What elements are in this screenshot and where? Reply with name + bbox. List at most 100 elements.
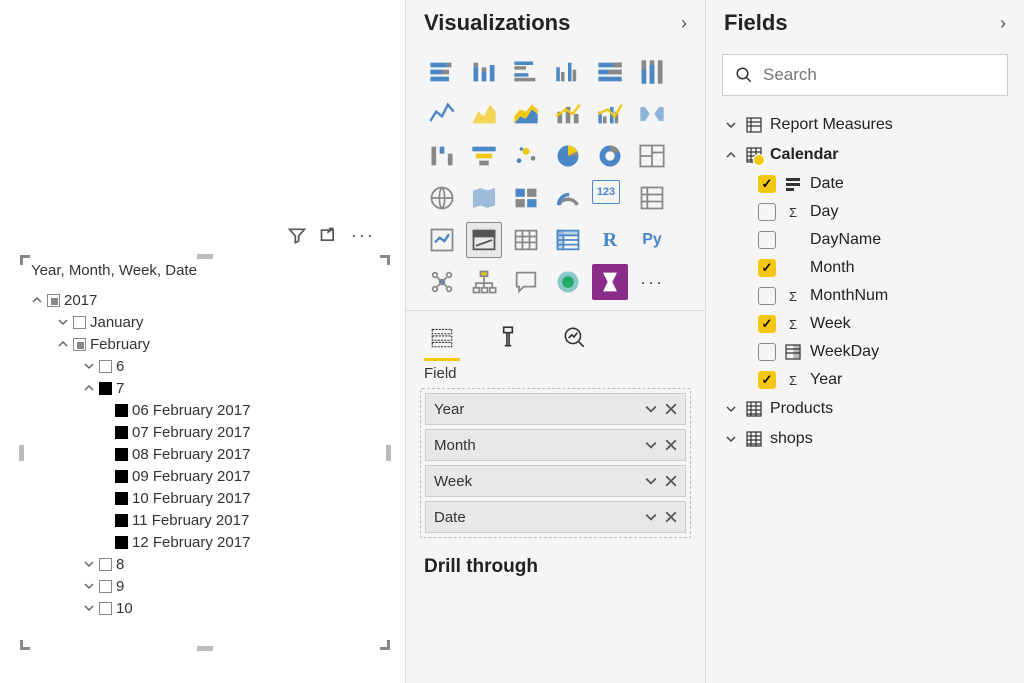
- checkbox-checked[interactable]: [115, 426, 128, 439]
- decomposition-tree-icon[interactable]: [466, 264, 502, 300]
- chevron-up-icon[interactable]: [83, 382, 95, 394]
- field-date[interactable]: Date: [714, 170, 1016, 198]
- chevron-up-icon[interactable]: [31, 294, 43, 306]
- report-canvas[interactable]: ··· Year, Month, Week, Date 2017 January: [0, 0, 405, 683]
- multi-row-card-icon[interactable]: [634, 180, 670, 216]
- checkbox[interactable]: [99, 602, 112, 615]
- chevron-down-icon[interactable]: [645, 439, 657, 451]
- chevron-down-icon[interactable]: [83, 360, 95, 372]
- chevron-down-icon[interactable]: [83, 580, 95, 592]
- focus-mode-icon[interactable]: [319, 226, 339, 246]
- r-visual-icon[interactable]: R: [592, 222, 628, 258]
- collapse-pane-icon[interactable]: ›: [681, 13, 687, 34]
- table-icon[interactable]: [508, 222, 544, 258]
- checkbox-checked[interactable]: [758, 315, 776, 333]
- pie-chart-icon[interactable]: [550, 138, 586, 174]
- chevron-down-icon[interactable]: [724, 119, 738, 131]
- stacked-column-chart-icon[interactable]: [466, 54, 502, 90]
- chevron-down-icon[interactable]: [83, 602, 95, 614]
- tree-row-date[interactable]: 08 February 2017: [27, 443, 383, 465]
- search-input[interactable]: [763, 65, 995, 85]
- field-weekday[interactable]: WeekDay: [714, 338, 1016, 366]
- arcgis-icon[interactable]: [550, 264, 586, 300]
- tree-row-year[interactable]: 2017: [27, 289, 383, 311]
- resize-handle[interactable]: [386, 445, 391, 461]
- field-week[interactable]: Σ Week: [714, 310, 1016, 338]
- table-shops[interactable]: shops: [714, 424, 1016, 454]
- area-chart-icon[interactable]: [466, 96, 502, 132]
- map-icon[interactable]: [424, 180, 460, 216]
- matrix-icon[interactable]: [550, 222, 586, 258]
- checkbox-checked[interactable]: [758, 175, 776, 193]
- more-options-icon[interactable]: ···: [351, 225, 375, 246]
- chevron-down-icon[interactable]: [83, 558, 95, 570]
- checkbox[interactable]: [758, 231, 776, 249]
- checkbox-checked[interactable]: [758, 259, 776, 277]
- filter-icon[interactable]: [287, 226, 307, 246]
- field-day[interactable]: Σ Day: [714, 198, 1016, 226]
- hundred-stacked-column-icon[interactable]: [634, 54, 670, 90]
- field-well-item[interactable]: Week: [425, 465, 686, 497]
- checkbox[interactable]: [73, 316, 86, 329]
- checkbox-checked[interactable]: [115, 470, 128, 483]
- checkbox[interactable]: [758, 287, 776, 305]
- slicer-visual[interactable]: Year, Month, Week, Date 2017 January Feb…: [20, 255, 390, 650]
- tree-row-date[interactable]: 12 February 2017: [27, 531, 383, 553]
- tree-row-week[interactable]: 8: [27, 553, 383, 575]
- line-chart-icon[interactable]: [424, 96, 460, 132]
- line-stacked-column-icon[interactable]: [550, 96, 586, 132]
- shape-map-icon[interactable]: [508, 180, 544, 216]
- field-wells[interactable]: Year Month Week Date: [420, 388, 691, 538]
- tree-row-date[interactable]: 10 February 2017: [27, 487, 383, 509]
- checkbox[interactable]: [99, 558, 112, 571]
- scatter-chart-icon[interactable]: [508, 138, 544, 174]
- powerapps-icon[interactable]: [592, 264, 628, 300]
- tree-row-week[interactable]: 6: [27, 355, 383, 377]
- remove-icon[interactable]: [665, 475, 677, 487]
- resize-handle[interactable]: [197, 646, 213, 651]
- chevron-down-icon[interactable]: [57, 316, 69, 328]
- analytics-tab-icon[interactable]: [556, 319, 592, 355]
- remove-icon[interactable]: [665, 403, 677, 415]
- stacked-bar-chart-icon[interactable]: [424, 54, 460, 90]
- chevron-up-icon[interactable]: [724, 149, 738, 161]
- funnel-chart-icon[interactable]: [466, 138, 502, 174]
- ribbon-chart-icon[interactable]: [634, 96, 670, 132]
- stacked-area-chart-icon[interactable]: [508, 96, 544, 132]
- chevron-down-icon[interactable]: [645, 511, 657, 523]
- line-clustered-column-icon[interactable]: [592, 96, 628, 132]
- checkbox[interactable]: [99, 580, 112, 593]
- remove-icon[interactable]: [665, 511, 677, 523]
- waterfall-chart-icon[interactable]: [424, 138, 460, 174]
- card-icon[interactable]: 123: [592, 180, 620, 204]
- tree-row-date[interactable]: 07 February 2017: [27, 421, 383, 443]
- qa-visual-icon[interactable]: [508, 264, 544, 300]
- field-well-item[interactable]: Year: [425, 393, 686, 425]
- treemap-icon[interactable]: [634, 138, 670, 174]
- checkbox-checked[interactable]: [115, 404, 128, 417]
- checkbox-checked[interactable]: [115, 492, 128, 505]
- hundred-stacked-bar-icon[interactable]: [592, 54, 628, 90]
- resize-handle[interactable]: [197, 254, 213, 259]
- field-year[interactable]: Σ Year: [714, 366, 1016, 394]
- donut-chart-icon[interactable]: [592, 138, 628, 174]
- checkbox-partial[interactable]: [73, 338, 86, 351]
- tree-row-week[interactable]: 10: [27, 597, 383, 619]
- clustered-bar-chart-icon[interactable]: [508, 54, 544, 90]
- checkbox-checked[interactable]: [99, 382, 112, 395]
- tree-row-date[interactable]: 06 February 2017: [27, 399, 383, 421]
- filled-map-icon[interactable]: [466, 180, 502, 216]
- chevron-down-icon[interactable]: [724, 403, 738, 415]
- resize-handle[interactable]: [19, 445, 24, 461]
- clustered-column-chart-icon[interactable]: [550, 54, 586, 90]
- resize-handle[interactable]: [20, 640, 30, 650]
- resize-handle[interactable]: [380, 640, 390, 650]
- tree-row-date[interactable]: 09 February 2017: [27, 465, 383, 487]
- chevron-down-icon[interactable]: [724, 433, 738, 445]
- checkbox-checked[interactable]: [115, 536, 128, 549]
- tree-row-week[interactable]: 9: [27, 575, 383, 597]
- fields-tab-icon[interactable]: [424, 319, 460, 355]
- remove-icon[interactable]: [665, 439, 677, 451]
- table-report-measures[interactable]: Report Measures: [714, 110, 1016, 140]
- checkbox[interactable]: [99, 360, 112, 373]
